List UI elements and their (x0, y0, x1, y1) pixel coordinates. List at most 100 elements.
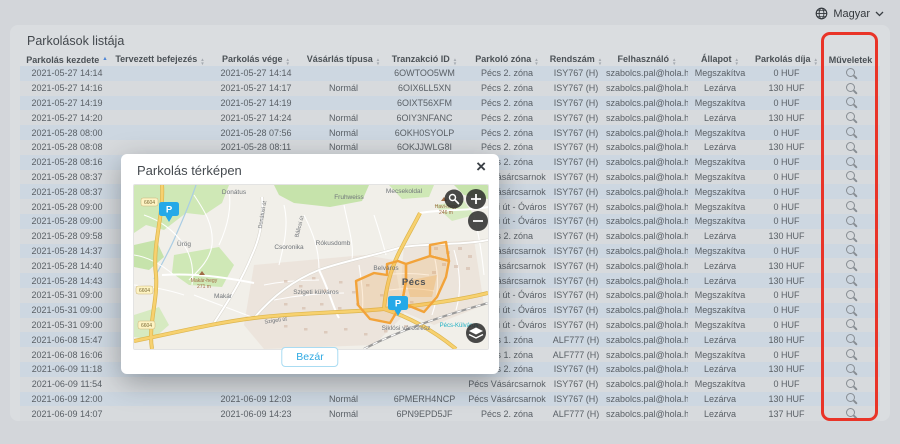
map-zoom-in-button[interactable] (466, 189, 486, 209)
city-label: Pécs (402, 277, 426, 288)
cell-allapot: Megszakítva (688, 288, 752, 303)
cell-parkolas-dija: 130 HUF (752, 140, 821, 155)
cell-rendszam: ISY767 (H) (546, 377, 606, 392)
cell-tranzakcio-id: 6OKJJWLG8I (381, 140, 468, 155)
view-on-map-icon[interactable] (846, 349, 855, 358)
cell-felhasznalo: szabolcs.pal@hola.hu (606, 332, 688, 347)
cell-felhasznalo: szabolcs.pal@hola.hu (606, 125, 688, 140)
cell-allapot: Megszakítva (688, 125, 752, 140)
cell-rendszam: ISY767 (H) (546, 140, 606, 155)
cell-parkolas-vege: 2021-06-09 14:23 (206, 406, 306, 421)
cell-rendszam: ISY767 (H) (546, 81, 606, 96)
view-on-map-icon[interactable] (846, 201, 855, 210)
view-on-map-icon[interactable] (846, 364, 855, 373)
cell-tranzakcio-id: 6OIX6LL5XN (381, 81, 468, 96)
map-label: Makár (214, 293, 233, 300)
cell-allapot: Megszakítva (688, 214, 752, 229)
view-on-map-icon[interactable] (846, 275, 855, 284)
view-on-map-icon[interactable] (846, 290, 855, 299)
column-header-parkolo-zona[interactable]: Parkoló zóna▲▼ (468, 53, 546, 66)
modal-title: Parkolás térképen (137, 163, 242, 178)
map-label: Donátus (222, 189, 247, 196)
cell-vasarlas-tipusa: Normál (306, 392, 381, 407)
cell-muveletek (821, 155, 880, 170)
cell-parkolas-kezdete: 2021-06-08 16:06 (20, 347, 114, 362)
view-on-map-icon[interactable] (846, 83, 855, 92)
view-on-map-icon[interactable] (846, 142, 855, 151)
language-selector[interactable]: Magyar (815, 7, 884, 20)
cell-allapot: Lezárva (688, 81, 752, 96)
column-header-tranzakcio-id[interactable]: Tranzakció ID▲▼ (381, 53, 468, 66)
cell-parkolas-dija: 0 HUF (752, 288, 821, 303)
cell-vasarlas-tipusa (306, 377, 381, 392)
column-header-parkolas-dija[interactable]: Parkolás díja▲▼ (752, 53, 821, 66)
cell-parkolo-zona: Pécs 2. zóna (468, 110, 546, 125)
cell-parkolas-vege: 2021-05-28 08:11 (206, 140, 306, 155)
cell-muveletek (821, 362, 880, 377)
cell-allapot: Lezárva (688, 406, 752, 421)
cell-muveletek (821, 244, 880, 259)
view-on-map-icon[interactable] (846, 127, 855, 136)
sort-icon: ▲▼ (200, 58, 204, 66)
cell-rendszam: ISY767 (H) (546, 362, 606, 377)
view-on-map-icon[interactable] (846, 319, 855, 328)
cell-felhasznalo: szabolcs.pal@hola.hu (606, 244, 688, 259)
view-on-map-icon[interactable] (846, 68, 855, 77)
close-icon[interactable]: × (476, 158, 486, 175)
column-header-parkolas-vege[interactable]: Parkolás vége▲▼ (206, 53, 306, 66)
cell-parkolas-dija: 0 HUF (752, 66, 821, 81)
cell-vasarlas-tipusa (306, 96, 381, 111)
column-header-tervezett-befejezes[interactable]: Tervezett befejezés▲▼ (114, 53, 206, 66)
svg-text:6604: 6604 (144, 200, 155, 206)
column-header-parkolas-kezdete[interactable]: Parkolás kezdete▲ (20, 53, 114, 66)
cell-felhasznalo: szabolcs.pal@hola.hu (606, 110, 688, 125)
view-on-map-icon[interactable] (846, 171, 855, 180)
cell-parkolas-dija: 130 HUF (752, 81, 821, 96)
view-on-map-icon[interactable] (846, 408, 855, 417)
cell-vasarlas-tipusa (306, 66, 381, 81)
cell-tranzakcio-id: 6OKH0SYOLP (381, 125, 468, 140)
map-canvas[interactable]: 6604 6604 6604 Donátus Fruhweiss Mecseko… (133, 184, 489, 350)
view-on-map-icon[interactable] (846, 260, 855, 269)
cell-felhasznalo: szabolcs.pal@hola.hu (606, 303, 688, 318)
column-header-vasarlas-tipusa[interactable]: Vásárlás típusa▲▼ (306, 53, 381, 66)
cell-vasarlas-tipusa: Normál (306, 406, 381, 421)
screen: Magyar Parkolások listája Parkolás kezde… (0, 0, 900, 444)
cell-allapot: Megszakítva (688, 318, 752, 333)
view-on-map-icon[interactable] (846, 379, 855, 388)
column-header-allapot[interactable]: Állapot▲▼ (688, 53, 752, 66)
cell-tervezett-befejezes (114, 81, 206, 96)
view-on-map-icon[interactable] (846, 112, 855, 121)
column-header-felhasznalo[interactable]: Felhasználó▲▼ (606, 53, 688, 66)
map-layers-button[interactable] (466, 323, 486, 343)
map-search-button[interactable] (445, 190, 464, 209)
view-on-map-icon[interactable] (846, 157, 855, 166)
cell-felhasznalo: szabolcs.pal@hola.hu (606, 229, 688, 244)
column-header-rendszam[interactable]: Rendszám▲▼ (546, 53, 606, 66)
cell-muveletek (821, 214, 880, 229)
close-modal-button[interactable]: Bezár (281, 347, 338, 367)
view-on-map-icon[interactable] (846, 216, 855, 225)
cell-parkolas-dija: 130 HUF (752, 110, 821, 125)
cell-muveletek (821, 199, 880, 214)
cell-parkolas-vege: 2021-05-28 07:56 (206, 125, 306, 140)
cell-felhasznalo: szabolcs.pal@hola.hu (606, 140, 688, 155)
view-on-map-icon[interactable] (846, 97, 855, 106)
cell-rendszam: ALF777 (H) (546, 332, 606, 347)
view-on-map-icon[interactable] (846, 245, 855, 254)
view-on-map-icon[interactable] (846, 231, 855, 240)
cell-parkolas-vege: 2021-05-27 14:19 (206, 96, 306, 111)
view-on-map-icon[interactable] (846, 393, 855, 402)
cell-parkolas-kezdete: 2021-05-28 14:40 (20, 258, 114, 273)
view-on-map-icon[interactable] (846, 334, 855, 343)
cell-allapot: Lezárva (688, 110, 752, 125)
sort-icon: ▲▼ (814, 58, 818, 66)
view-on-map-icon[interactable] (846, 186, 855, 195)
map-label: Csoronika (274, 244, 304, 251)
cell-parkolas-dija: 0 HUF (752, 199, 821, 214)
cell-allapot: Lezárva (688, 332, 752, 347)
svg-text:246 m: 246 m (439, 210, 453, 216)
map-label: Belváros (373, 265, 399, 272)
map-zoom-out-button[interactable] (468, 211, 488, 231)
view-on-map-icon[interactable] (846, 305, 855, 314)
